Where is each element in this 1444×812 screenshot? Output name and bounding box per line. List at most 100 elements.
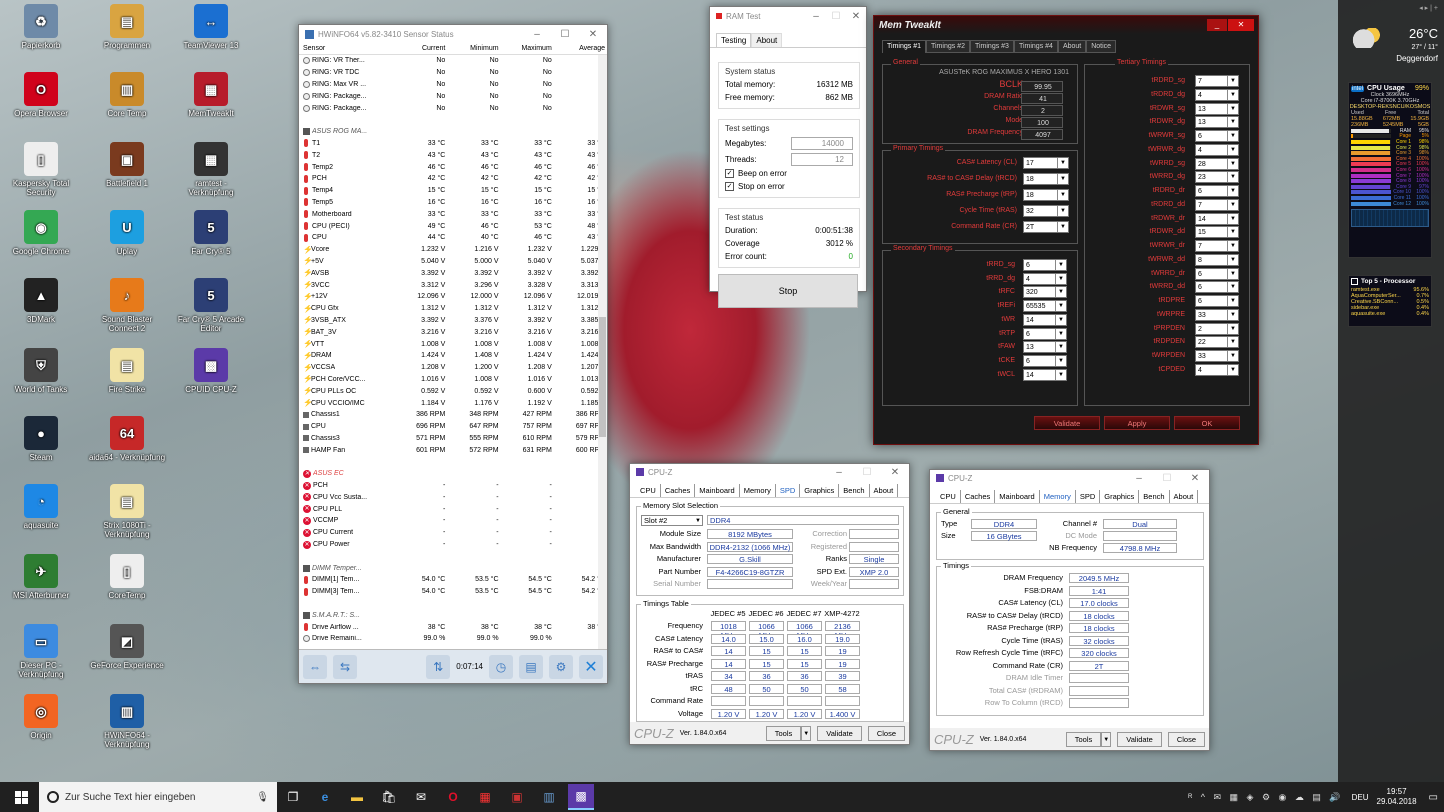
sensor-row[interactable]: RING: Max VR ... No No No bbox=[299, 79, 607, 91]
weather-gadget[interactable]: 26°C 27° / 11° Deggendorf bbox=[1348, 22, 1440, 72]
sensor-group-row[interactable]: ASUS ROG MA... bbox=[299, 126, 607, 138]
slot-select[interactable]: Slot #2 ▼ bbox=[641, 515, 703, 526]
desktop-icon[interactable]: ▯ Kaspersky Total Security bbox=[2, 142, 80, 197]
validate-button[interactable]: Validate bbox=[1034, 416, 1100, 430]
hwinfo-scrollbar-thumb[interactable] bbox=[599, 317, 606, 437]
secondary-timing-dropdown[interactable]: 14 bbox=[1023, 368, 1067, 381]
column-header[interactable]: Sensor bbox=[299, 45, 394, 52]
tertiary-timing-dropdown[interactable]: 6 bbox=[1195, 267, 1239, 280]
sensor-row[interactable]: CPU 696 RPM 647 RPM 757 RPM 697 RPM bbox=[299, 421, 607, 433]
close-sensors-icon[interactable]: ✕ bbox=[579, 654, 603, 679]
desktop-icon[interactable]: ⛨ World of Tanks bbox=[2, 348, 80, 394]
cpuz-memory-titlebar[interactable]: CPU-Z – ☐ ✕ bbox=[930, 470, 1209, 486]
desktop-icon[interactable]: ▲ 3DMark bbox=[2, 278, 80, 324]
sensor-group-row[interactable]: ✕ ASUS EC bbox=[299, 468, 607, 480]
desktop-icon[interactable]: ◩ GeForce Experience bbox=[88, 624, 166, 670]
minimize-icon[interactable]: – bbox=[1125, 473, 1153, 484]
tray-icons[interactable]: ᴿ ^ ✉ ▦ ◈ ⚙ ◉ ☁ ▤ 🔊 bbox=[1188, 792, 1343, 803]
tertiary-timing-dropdown[interactable]: 4 bbox=[1195, 88, 1239, 101]
minimize-icon[interactable]: – bbox=[806, 11, 826, 22]
sensor-group-row[interactable]: DIMM Temper... bbox=[299, 562, 607, 574]
windows-start-icon[interactable] bbox=[8, 784, 34, 810]
tertiary-timing-dropdown[interactable]: 6 bbox=[1195, 185, 1239, 197]
primary-timing-dropdown[interactable]: 18 bbox=[1023, 189, 1069, 201]
memtweakit-tab[interactable]: About bbox=[1057, 40, 1087, 53]
hwinfo-scrollbar[interactable] bbox=[598, 55, 607, 651]
taskbar-search[interactable]: Zur Suche Text hier eingeben 🎙 bbox=[39, 782, 277, 812]
primary-timing-dropdown[interactable]: 32 bbox=[1023, 205, 1069, 217]
tertiary-timing-dropdown[interactable]: 7 bbox=[1195, 198, 1239, 211]
top5-gadget[interactable]: Top 5 - Processor ramtest.exe 95.6% AquaCom… bbox=[1348, 275, 1432, 327]
tertiary-timing-dropdown[interactable]: 6 bbox=[1195, 281, 1239, 294]
sensor-row[interactable]: ⚡ CPU PLLs OC 0.592 V 0.592 V 0.600 V 0.592 V bbox=[299, 385, 607, 397]
tab-bench[interactable]: Bench bbox=[1139, 490, 1170, 503]
tab-bench[interactable]: Bench bbox=[839, 484, 870, 497]
desktop-icon[interactable]: ◎ Origin bbox=[2, 694, 80, 740]
memtweakit-tab[interactable]: Timings #4 bbox=[1013, 40, 1058, 53]
file-explorer-icon[interactable]: ▬ bbox=[344, 784, 370, 810]
desktop-icon[interactable]: ▯ CoreTemp bbox=[88, 554, 166, 600]
secondary-timing-dropdown[interactable]: 4 bbox=[1023, 272, 1067, 285]
close-button[interactable]: Close bbox=[867, 725, 905, 741]
tertiary-timing-dropdown[interactable]: 6 bbox=[1195, 295, 1239, 307]
tab-mainboard[interactable]: Mainboard bbox=[995, 490, 1040, 503]
minimize-icon[interactable]: – bbox=[523, 29, 551, 40]
close-icon[interactable]: ✕ bbox=[1181, 473, 1209, 484]
ramtest-titlebar[interactable]: RAM Test – ☐ ✕ bbox=[710, 7, 866, 25]
cpuz-memory-window[interactable]: CPU-Z – ☐ ✕ CPU Caches Mainboard Memory SPD G… bbox=[929, 469, 1210, 751]
tab-spd[interactable]: SPD bbox=[776, 484, 801, 497]
tab-graphics[interactable]: Graphics bbox=[1100, 490, 1140, 503]
search-input[interactable]: Zur Suche Text hier eingeben bbox=[65, 792, 250, 803]
tertiary-timing-dropdown[interactable]: 8 bbox=[1195, 253, 1239, 266]
tab-about[interactable]: About bbox=[751, 33, 783, 47]
validate-button[interactable]: Validate bbox=[817, 725, 862, 741]
megabytes-input[interactable]: 14000 bbox=[791, 136, 853, 150]
cpuz-taskbar-icon[interactable]: ▩ bbox=[568, 784, 594, 810]
cpuz-spd-titlebar[interactable]: CPU-Z – ☐ ✕ bbox=[630, 464, 909, 480]
desktop-icon[interactable]: ● Steam bbox=[2, 416, 80, 462]
apply-button[interactable]: Apply bbox=[1104, 416, 1170, 430]
sensor-row[interactable]: RING: Package... No No No bbox=[299, 102, 607, 114]
tab-spd[interactable]: SPD bbox=[1076, 490, 1101, 503]
sensor-row[interactable]: HAMP Fan 601 RPM 572 RPM 631 RPM 600 RPM bbox=[299, 444, 607, 456]
tab-memory[interactable]: Memory bbox=[740, 484, 776, 497]
ok-button[interactable]: OK bbox=[1174, 416, 1240, 430]
secondary-timing-dropdown[interactable]: 65535 bbox=[1023, 300, 1067, 313]
notifications-icon[interactable]: ▭ bbox=[1429, 792, 1438, 803]
ramtest-window[interactable]: RAM Test – ☐ ✕ Testing About System stat… bbox=[709, 6, 867, 308]
column-header[interactable]: Current bbox=[394, 45, 447, 52]
minimize-icon[interactable]: _ bbox=[1207, 19, 1227, 31]
tools-button[interactable]: Tools bbox=[765, 725, 802, 741]
tab-cpu[interactable]: CPU bbox=[936, 490, 961, 503]
secondary-timing-dropdown[interactable]: 13 bbox=[1023, 341, 1067, 354]
column-header[interactable]: Average bbox=[554, 45, 607, 52]
maximize-icon[interactable]: ☐ bbox=[826, 11, 846, 22]
tertiary-timing-dropdown[interactable]: 13 bbox=[1195, 116, 1239, 129]
desktop-icon[interactable]: ↔ TeamViewer 13 bbox=[172, 4, 250, 50]
sensor-row[interactable]: PCH 42 °C 42 °C 42 °C 42 °C bbox=[299, 173, 607, 185]
sensor-row[interactable]: ⚡ 3VCC 3.312 V 3.296 V 3.328 V 3.313 V bbox=[299, 279, 607, 291]
tab-about[interactable]: About bbox=[1170, 490, 1199, 503]
threads-input[interactable]: 12 bbox=[791, 152, 853, 166]
sensor-row[interactable]: ✕PCH---- bbox=[299, 480, 607, 492]
sensor-row[interactable] bbox=[299, 114, 607, 126]
sensor-row[interactable]: RING: VR Ther... No No No bbox=[299, 55, 607, 67]
sensor-row[interactable]: Drive Airflow ... 38 °C 38 °C 38 °C 38 °C bbox=[299, 621, 607, 633]
memtweakit-taskbar-icon[interactable]: ▣ bbox=[504, 784, 530, 810]
sensor-row[interactable]: ✕CPU PLL---- bbox=[299, 503, 607, 515]
task-view-icon[interactable]: ❐ bbox=[280, 784, 306, 810]
memtweakit-tab[interactable]: Timings #3 bbox=[969, 40, 1014, 53]
tertiary-timing-dropdown[interactable]: 2 bbox=[1195, 322, 1239, 335]
minimize-icon[interactable]: – bbox=[825, 467, 853, 478]
tertiary-timing-dropdown[interactable]: 7 bbox=[1195, 75, 1239, 87]
beep-checkbox[interactable]: ✓ Beep on error bbox=[725, 167, 853, 180]
stop-button[interactable]: Stop bbox=[718, 274, 858, 308]
sensor-row[interactable]: ⚡ CPU Gfx 1.312 V 1.312 V 1.312 V 1.312 V bbox=[299, 303, 607, 315]
primary-timing-dropdown[interactable]: 17 bbox=[1023, 157, 1069, 169]
desktop-icon[interactable]: U Uplay bbox=[88, 210, 166, 256]
desktop-icon[interactable]: ▦ MemTweakIt bbox=[172, 72, 250, 118]
maximize-icon[interactable]: ☐ bbox=[1153, 473, 1181, 484]
sensor-row[interactable]: DIMM[1] Tem... 54.0 °C 53.5 °C 54.5 °C 54.2 … bbox=[299, 574, 607, 586]
sensor-row[interactable]: Drive Remaini... 99.0 % 99.0 % 99.0 % bbox=[299, 633, 607, 645]
primary-timing-dropdown[interactable]: 18 bbox=[1023, 173, 1069, 185]
